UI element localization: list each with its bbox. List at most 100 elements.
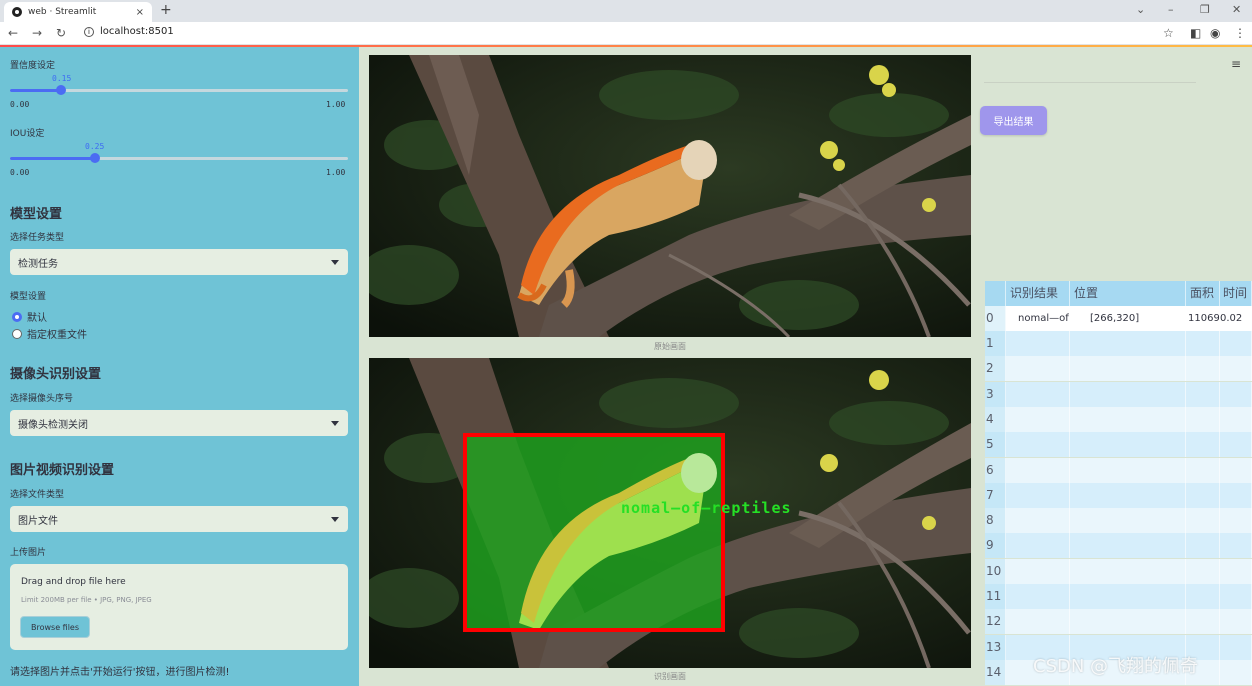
empty-cell <box>1070 584 1186 609</box>
empty-cell <box>1070 609 1186 635</box>
empty-cell <box>1186 482 1220 508</box>
sidepanel-icon[interactable]: ◧ <box>1190 26 1201 40</box>
camera-settings-header: 摄像头识别设置 <box>10 367 102 382</box>
empty-cell <box>1220 331 1252 356</box>
row-index: 13 <box>985 634 1006 660</box>
table-header-time[interactable]: 时间 <box>1220 281 1252 306</box>
empty-cell <box>1006 482 1070 508</box>
media-settings-header: 图片视频识别设置 <box>10 463 115 478</box>
row-index: 9 <box>985 533 1006 559</box>
table-row[interactable]: 2 <box>985 356 1252 382</box>
empty-cell <box>1070 457 1186 483</box>
file-type-select[interactable]: 图片文件 <box>10 506 348 532</box>
table-header-result[interactable]: 识别结果 <box>1006 281 1070 306</box>
table-row[interactable]: 5 <box>985 432 1252 458</box>
sidebar: 置信度设定 0.15 0.00 1.00 IOU设定 0.25 0.00 1.0… <box>0 47 359 686</box>
restore-icon[interactable]: ❐ <box>1200 3 1210 16</box>
table-row[interactable]: 6 <box>985 457 1252 483</box>
task-type-value: 检测任务 <box>18 259 58 270</box>
row-index: 10 <box>985 558 1006 584</box>
table-row[interactable]: 11 <box>985 584 1252 609</box>
row-index: 11 <box>985 584 1006 609</box>
empty-cell <box>1070 482 1186 508</box>
forward-icon[interactable]: → <box>32 26 42 40</box>
table-row[interactable]: 3 <box>985 381 1252 407</box>
back-icon[interactable]: ← <box>8 26 18 40</box>
detection-label: nomal—of—reptiles <box>621 499 792 517</box>
table-row[interactable]: 1 <box>985 331 1252 356</box>
detection-photo: nomal—of—reptiles <box>369 358 971 668</box>
table-row[interactable]: 8 <box>985 508 1252 534</box>
empty-cell <box>1006 609 1070 635</box>
table-row[interactable]: 7 <box>985 482 1252 508</box>
table-row[interactable]: 4 <box>985 406 1252 432</box>
confidence-max: 1.00 <box>326 100 346 109</box>
empty-cell <box>1006 558 1070 584</box>
radio-selected-icon <box>12 311 22 322</box>
url-field[interactable]: i localhost:8501 <box>84 26 174 37</box>
table-header-area[interactable]: 面积 <box>1186 281 1220 306</box>
empty-cell <box>1220 533 1252 559</box>
task-type-select[interactable]: 检测任务 <box>10 249 348 275</box>
tab-search-icon[interactable]: ⌄ <box>1136 3 1145 16</box>
empty-cell <box>1070 356 1186 382</box>
csdn-watermark: CSDN @飞翔的佩奇 <box>1033 656 1199 677</box>
camera-select[interactable]: 摄像头检测关闭 <box>10 410 348 436</box>
file-uploader-dropzone[interactable]: Drag and drop file here Limit 200MB per … <box>10 564 348 650</box>
empty-cell <box>1070 508 1186 534</box>
table-row[interactable]: 12 <box>985 609 1252 635</box>
iou-slider-fill <box>10 157 95 160</box>
bookmark-star-icon[interactable]: ☆ <box>1163 26 1174 40</box>
empty-cell <box>1220 634 1252 660</box>
table-row[interactable]: 10 <box>985 558 1252 584</box>
table-row[interactable]: 0 nomal—of—rep [266,320] 110696 0.02 <box>985 306 1252 331</box>
empty-cell <box>1006 356 1070 382</box>
reload-icon[interactable]: ↻ <box>56 26 66 40</box>
browser-menu-icon[interactable]: ⋮ <box>1234 26 1246 40</box>
divider <box>984 82 1196 83</box>
table-header-position[interactable]: 位置 <box>1070 281 1186 306</box>
minimize-icon[interactable]: – <box>1168 3 1174 16</box>
results-table[interactable]: 识别结果 位置 面积 时间 0 nomal—of—rep [266,320] 1… <box>985 281 1252 686</box>
empty-cell <box>1220 659 1252 685</box>
site-info-icon[interactable]: i <box>84 27 94 37</box>
browse-files-button[interactable]: Browse files <box>20 616 90 638</box>
upload-limit-text: Limit 200MB per file • JPG, PNG, JPEG <box>21 596 152 604</box>
iou-slider[interactable] <box>10 153 348 163</box>
table-row[interactable]: 9 <box>985 533 1252 559</box>
profile-icon[interactable]: ◉ <box>1210 26 1220 40</box>
close-window-icon[interactable]: ✕ <box>1232 3 1241 16</box>
export-results-button[interactable]: 导出结果 <box>980 106 1047 135</box>
confidence-slider[interactable] <box>10 85 348 95</box>
empty-cell <box>1070 533 1186 559</box>
task-type-label: 选择任务类型 <box>10 233 65 243</box>
empty-cell <box>1006 331 1070 356</box>
empty-cell <box>1186 432 1220 458</box>
radio-default[interactable]: 默认 <box>12 309 47 324</box>
chevron-down-icon <box>331 421 339 426</box>
hamburger-menu-icon[interactable]: ≡ <box>1231 57 1241 71</box>
empty-cell <box>1186 609 1220 635</box>
iou-label: IOU设定 <box>10 129 45 139</box>
streamlit-favicon-icon <box>12 7 22 17</box>
radio-custom-weights[interactable]: 指定权重文件 <box>12 326 87 341</box>
iou-max: 1.00 <box>326 168 346 177</box>
empty-cell <box>1186 533 1220 559</box>
radio-default-label: 默认 <box>27 313 47 324</box>
confidence-slider-thumb[interactable] <box>55 85 66 95</box>
iou-value: 0.25 <box>85 142 105 151</box>
confidence-min: 0.00 <box>10 100 30 109</box>
empty-cell <box>1220 508 1252 534</box>
empty-cell <box>1186 356 1220 382</box>
tab-close-icon[interactable]: × <box>136 7 144 18</box>
original-image <box>369 55 971 337</box>
row-index: 1 <box>985 331 1006 356</box>
empty-cell <box>1070 331 1186 356</box>
row-index: 7 <box>985 482 1006 508</box>
empty-cell <box>1186 584 1220 609</box>
empty-cell <box>1220 584 1252 609</box>
confidence-value: 0.15 <box>52 74 72 83</box>
new-tab-icon[interactable]: + <box>160 2 172 18</box>
iou-slider-thumb[interactable] <box>89 153 100 163</box>
browser-tab[interactable]: web · Streamlit × <box>4 2 152 22</box>
